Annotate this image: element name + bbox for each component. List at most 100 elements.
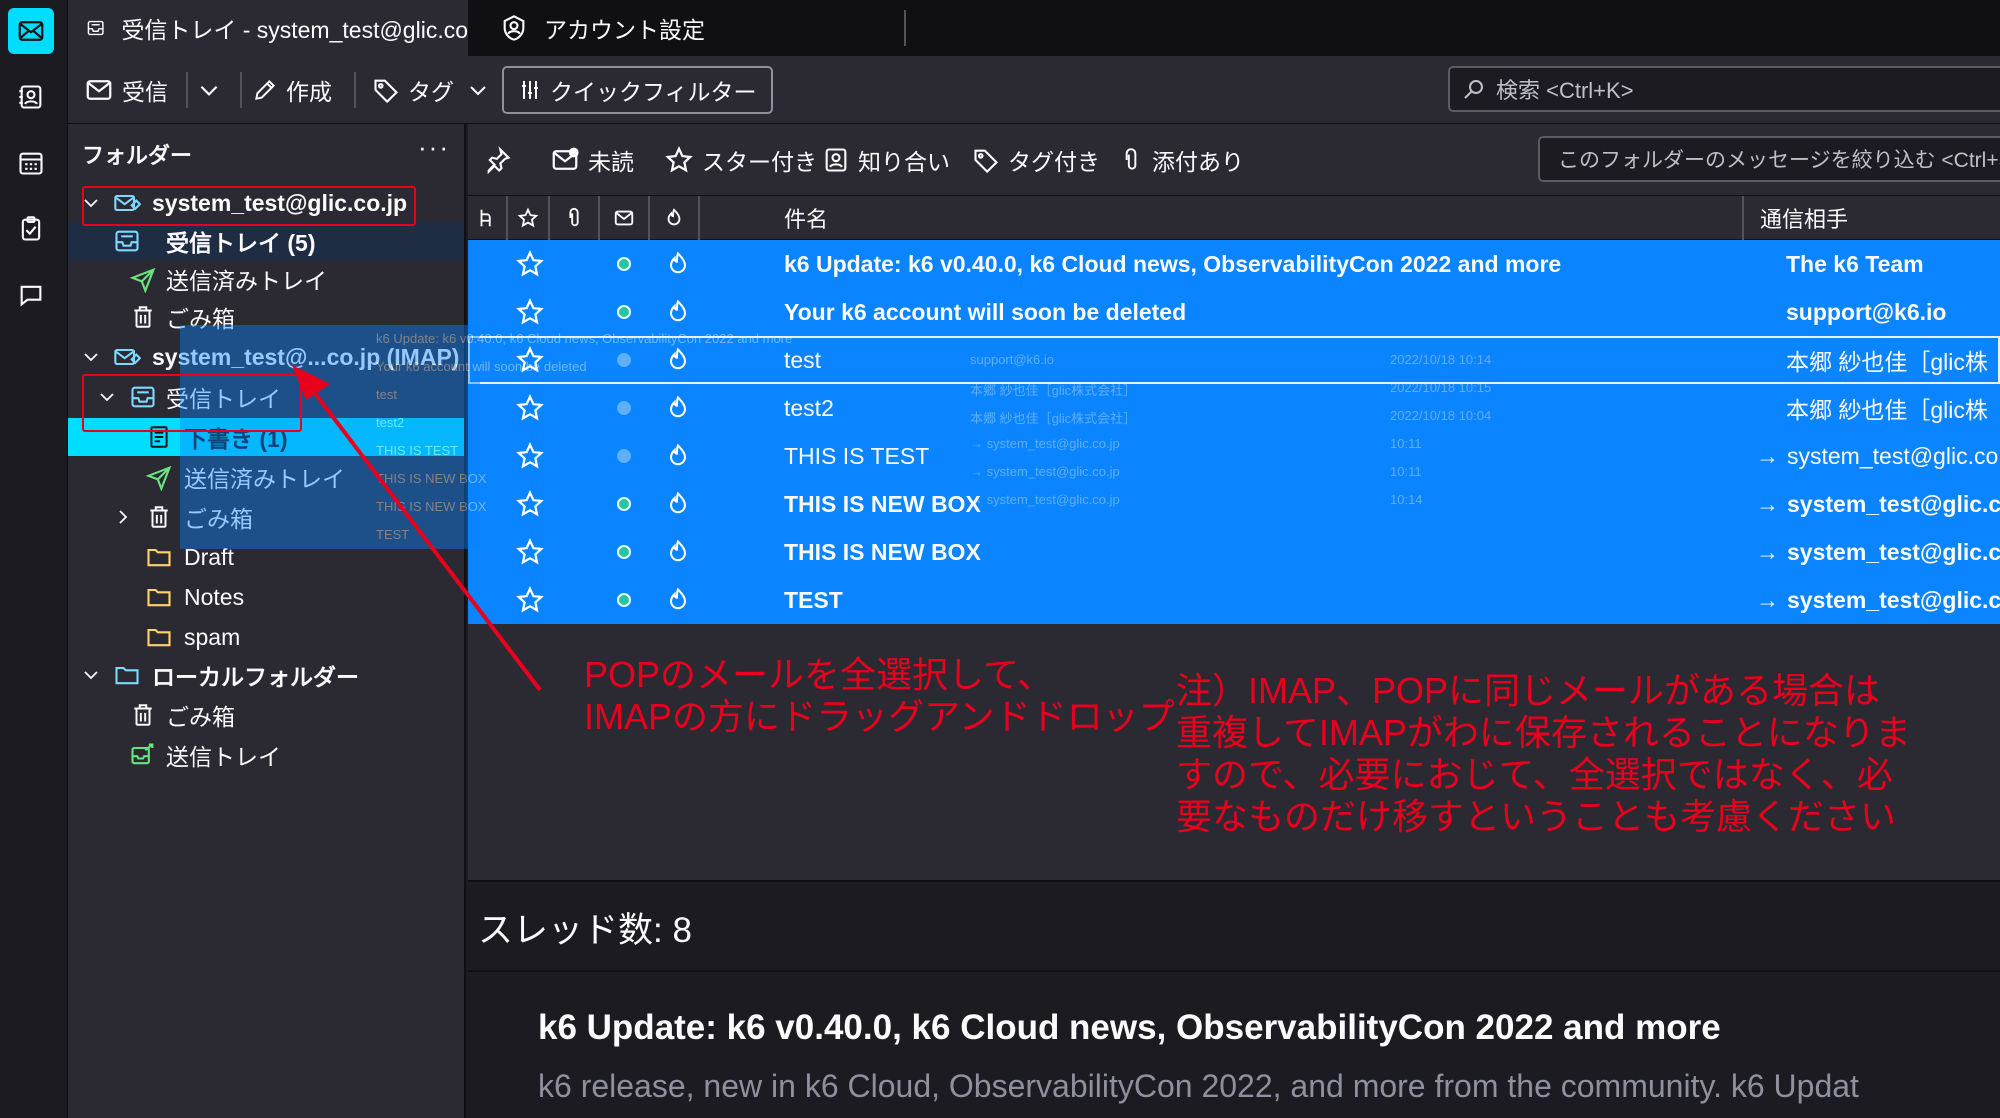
read-status-toggle[interactable] <box>617 480 631 528</box>
unread-status-dot <box>617 257 631 271</box>
preview-subject[interactable]: k6 Update: k6 v0.40.0, k6 Cloud news, Ob… <box>538 1008 1721 1048</box>
twisty-expanded-icon[interactable] <box>80 664 102 686</box>
star-icon[interactable] <box>515 240 545 288</box>
folder-account-imap[interactable]: system_test@...co.jp (IMAP) <box>68 338 464 376</box>
filter-unread-button[interactable]: 未読 <box>550 138 634 182</box>
global-search-input[interactable]: 検索 <Ctrl+K> <box>1448 66 2000 112</box>
message-row[interactable]: k6 Update: k6 v0.40.0, k6 Cloud news, Ob… <box>468 240 2000 288</box>
tab-account-settings[interactable]: アカウント設定 <box>500 0 970 56</box>
message-row[interactable]: TEST → system_test@glic.co <box>468 576 2000 624</box>
outgoing-arrow-icon: → <box>1756 442 1779 469</box>
folder-pane-menu-button[interactable]: ··· <box>418 132 450 163</box>
message-subject: THIS IS NEW BOX <box>784 490 981 517</box>
folder-label: Draft <box>184 543 234 570</box>
star-icon[interactable] <box>515 336 545 384</box>
read-status-toggle[interactable] <box>617 528 631 576</box>
calendar-space-button[interactable] <box>8 140 54 186</box>
filter-tags-button[interactable]: タグ付き <box>972 138 1100 182</box>
star-icon <box>517 207 539 228</box>
read-status-toggle[interactable] <box>617 288 631 336</box>
folder-imap-spam[interactable]: spam <box>68 618 464 656</box>
trash-icon <box>128 302 158 332</box>
column-thread[interactable] <box>468 196 508 240</box>
star-icon[interactable] <box>515 432 545 480</box>
folder-filter-placeholder: このフォルダーのメッセージを絞り込む <Ctrl+S <box>1558 149 2000 172</box>
mail-space-button[interactable] <box>8 8 54 54</box>
junk-icon[interactable] <box>664 576 692 624</box>
filter-starred-button[interactable]: スター付き <box>664 138 817 182</box>
folder-local-folders[interactable]: ローカルフォルダー <box>68 656 464 694</box>
filter-attachments-button[interactable]: 添付あり <box>1118 138 1244 182</box>
folder-pop-sent[interactable]: 送信済みトレイ <box>68 260 464 298</box>
star-icon[interactable] <box>515 528 545 576</box>
folder-label: ローカルフォルダー <box>152 664 359 690</box>
folder-icon <box>144 582 174 612</box>
thread-count: スレッド数: 8 <box>478 911 692 950</box>
folder-imap-draft[interactable]: Draft <box>68 538 464 576</box>
tab-inbox-label: 受信トレイ - system_test@glic.co <box>121 17 468 43</box>
read-status-toggle[interactable] <box>617 432 631 480</box>
folder-local-outbox[interactable]: 送信トレイ <box>68 736 464 774</box>
outgoing-arrow-icon: → <box>1756 490 1779 517</box>
star-icon[interactable] <box>515 480 545 528</box>
folder-pop-trash[interactable]: ごみ箱 <box>68 298 464 336</box>
quick-filter-button[interactable]: クイックフィルター <box>502 66 773 114</box>
junk-icon[interactable] <box>664 336 692 384</box>
unread-icon <box>552 147 579 170</box>
sticky-filter-button[interactable] <box>484 138 512 182</box>
inbox-icon <box>112 226 142 256</box>
tab-inbox[interactable]: 受信トレイ - system_test@glic.co <box>68 0 468 56</box>
junk-icon[interactable] <box>664 384 692 432</box>
folder-filter-input[interactable]: このフォルダーのメッセージを絞り込む <Ctrl+S <box>1538 136 2000 182</box>
read-status-toggle[interactable] <box>617 576 631 624</box>
folder-icon <box>144 622 174 652</box>
preview-snippet: k6 release, new in k6 Cloud, Observabili… <box>538 1068 1859 1104</box>
read-status-toggle[interactable] <box>617 384 631 432</box>
folder-imap-sent[interactable]: 送信済みトレイ <box>68 458 464 496</box>
junk-icon[interactable] <box>664 240 692 288</box>
message-row[interactable]: test2 本郷 紗也佳［glic株 <box>468 384 2000 432</box>
get-messages-button[interactable]: 受信 <box>84 66 168 114</box>
star-icon[interactable] <box>515 576 545 624</box>
column-subject-label: 件名 <box>784 207 829 232</box>
folder-imap-trash[interactable]: ごみ箱 <box>68 498 464 536</box>
outgoing-arrow-icon: → <box>1756 586 1779 613</box>
folder-imap-notes[interactable]: Notes <box>68 578 464 616</box>
filter-contacts-label: 知り合い <box>858 149 950 175</box>
junk-icon[interactable] <box>664 528 692 576</box>
chat-space-button[interactable] <box>8 272 54 318</box>
message-row[interactable]: Your k6 account will soon be deleted supp… <box>468 288 2000 336</box>
message-correspondent: → system_test@glic.co <box>1756 528 2000 576</box>
message-row[interactable]: THIS IS NEW BOX → system_test@glic.co <box>468 480 2000 528</box>
junk-icon[interactable] <box>664 288 692 336</box>
filter-starred-label: スター付き <box>702 149 817 175</box>
folder-local-trash[interactable]: ごみ箱 <box>68 696 464 734</box>
twisty-expanded-icon[interactable] <box>80 346 102 368</box>
write-button[interactable]: 作成 <box>252 66 332 114</box>
tasks-space-button[interactable] <box>8 206 54 252</box>
column-subject[interactable]: 件名 <box>700 196 1744 240</box>
star-icon[interactable] <box>515 384 545 432</box>
filter-contacts-button[interactable]: 知り合い <box>822 138 950 182</box>
tag-button[interactable]: タグ <box>372 66 490 114</box>
correspondent-name: system_test@glic.co <box>1787 586 2000 613</box>
message-row[interactable]: THIS IS TEST → system_test@glic.co <box>468 432 2000 480</box>
read-status-toggle[interactable] <box>617 240 631 288</box>
column-correspondent[interactable]: 通信相手 <box>1744 196 2000 240</box>
get-messages-dropdown[interactable] <box>196 66 222 114</box>
attachment-icon <box>569 207 579 227</box>
folder-pop-inbox[interactable]: 受信トレイ (5) <box>68 222 464 260</box>
star-icon[interactable] <box>515 288 545 336</box>
junk-icon[interactable] <box>664 480 692 528</box>
column-junk[interactable] <box>650 196 700 240</box>
column-starred[interactable] <box>508 196 550 240</box>
twisty-collapsed-icon[interactable] <box>112 506 134 528</box>
read-status-toggle[interactable] <box>617 336 631 384</box>
message-row[interactable]: test 本郷 紗也佳［glic株 <box>468 336 2000 384</box>
thread-column-header: 件名 通信相手 <box>468 196 2000 240</box>
junk-icon[interactable] <box>664 432 692 480</box>
column-attachments[interactable] <box>550 196 600 240</box>
message-row[interactable]: THIS IS NEW BOX → system_test@glic.co <box>468 528 2000 576</box>
address-book-space-button[interactable] <box>8 74 54 120</box>
column-unread[interactable] <box>600 196 650 240</box>
